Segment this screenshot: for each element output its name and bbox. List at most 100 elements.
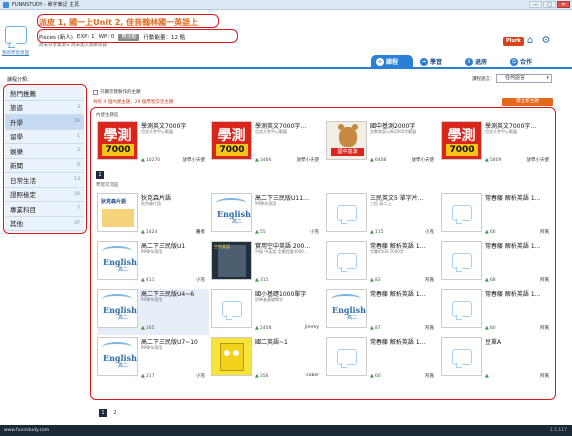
course-title[interactable]: 豆單A (485, 337, 553, 346)
course-subtitle: 包含大考中心範圍 (485, 129, 517, 134)
likes-icon: ▲ (141, 325, 145, 331)
course-title[interactable]: 常春藤 解析英語 1… (485, 241, 553, 250)
new-topic-button[interactable]: 建立新主題 (502, 98, 553, 106)
placeholder-thumbnail[interactable] (326, 193, 367, 232)
likes-icon: ▲ (370, 373, 374, 379)
course-author[interactable]: 阿嘉 (540, 325, 549, 331)
course-author[interactable]: 放學小天使 (412, 157, 435, 163)
site-url[interactable]: www.funnstudy.com (4, 428, 49, 433)
course-card[interactable]: English 高二 高二下三民版U1 99學年適用 ▲ 411 小克 (97, 241, 209, 287)
checkbox-box[interactable] (93, 89, 98, 95)
course-thumbnail[interactable]: 空中英語 (211, 241, 252, 280)
course-card[interactable]: English 高二 常春藤 解析英語 1… ▲ 87 阿嘉 (326, 289, 438, 335)
course-card[interactable]: 三民英文5 單字片… 三民 高二上 ▲ 115 小克 (326, 193, 438, 239)
course-author[interactable]: 放學小天使 (527, 157, 550, 163)
course-card[interactable]: 學測 7000 學測英文7000字… 包含大考中心範圍 ▲ 3466 放學小天使 (211, 121, 323, 167)
course-card[interactable]: 國中基測 國中基測2000字 含教育部公佈2000字範圍 ▲ 6408 放學小天使 (326, 121, 438, 167)
course-author[interactable]: 小克 (196, 373, 205, 379)
course-thumbnail[interactable]: English 高二 (211, 193, 252, 232)
likes-icon: ▲ (141, 373, 145, 379)
like-value: 3466 (259, 157, 272, 163)
tab-course[interactable]: ∞ 課程 (371, 55, 413, 68)
course-author[interactable]: 阿嘉 (540, 277, 549, 283)
tab-study[interactable]: → 學習 (415, 55, 447, 68)
language-select[interactable]: 任何語言 (496, 74, 552, 83)
course-card[interactable]: 國二英語~1 ▲ 356 cober (211, 337, 323, 383)
placeholder-thumbnail[interactable] (441, 193, 482, 232)
course-thumbnail[interactable]: English 高二 (97, 289, 138, 328)
course-card[interactable]: 狄克森片語 狄克森片語 狄克森片語 ▲ 1424 醫者 (97, 193, 209, 239)
builtin-page-1[interactable]: 1 (96, 171, 104, 179)
course-author[interactable]: 阿嘉 (425, 325, 434, 331)
course-thumbnail[interactable]: 國中基測 (326, 121, 367, 160)
swirl-icon (102, 342, 132, 352)
speech-bubble-icon (452, 253, 472, 272)
close-button[interactable]: ✕ (557, 1, 570, 8)
placeholder-thumbnail[interactable] (441, 289, 482, 328)
course-thumbnail[interactable]: 學測 7000 (97, 121, 138, 160)
maximize-button[interactable]: □ (543, 1, 556, 8)
course-card[interactable]: 常春藤 解析英語 1… ▲ 68 阿嘉 (441, 241, 553, 287)
placeholder-thumbnail[interactable] (441, 241, 482, 280)
swirl-icon (331, 294, 361, 304)
like-count: ▲ 55 (255, 229, 266, 235)
course-author[interactable]: 阿嘉 (540, 373, 549, 379)
course-subtitle: 99學年適用 (255, 201, 277, 206)
course-card[interactable]: 常春藤 解析英語 1… 字彙4500-7000字 ▲ 83 阿嘉 (326, 241, 438, 287)
course-card[interactable]: 國小基礎1000單字 初學者基礎單字 ▲ 2408 Jimmy (211, 289, 323, 335)
course-card[interactable]: 空中英語 實用空中英語 200… 中級 中英語 字彙程度4000… ▲ 315 (211, 241, 323, 287)
course-card[interactable]: 常春藤 解析英語 1… ▲ 60 阿嘉 (326, 337, 438, 383)
course-author[interactable]: 阿嘉 (540, 229, 549, 235)
course-thumbnail[interactable]: English 高二 (97, 241, 138, 280)
course-author[interactable]: 放學小天使 (297, 157, 320, 163)
course-card[interactable]: English 高二 高二下三民版U7~10 99學年適用 ▲ 217 小克 (97, 337, 209, 383)
gear-icon[interactable]: ⚙ (540, 34, 552, 46)
course-thumbnail[interactable]: English 高二 (97, 337, 138, 376)
course-author[interactable]: Jimmy (305, 325, 319, 330)
course-author[interactable]: cober (306, 373, 319, 378)
course-card[interactable]: 常春藤 解析英語 1… ▲ 66 阿嘉 (441, 193, 553, 239)
like-count: ▲ 60 (370, 373, 381, 379)
speech-bubble-icon (452, 349, 472, 368)
course-card[interactable]: 學測 7000 學測英文7000字 包含大考中心範圍 ▲ 10270 放學小天使 (97, 121, 209, 167)
likes-icon: ▲ (255, 277, 259, 283)
course-card[interactable]: 豆單A ▲ 阿嘉 (441, 337, 553, 383)
minimize-button[interactable]: — (529, 1, 542, 8)
course-author[interactable]: 小克 (310, 229, 319, 235)
speech-bubble-icon (222, 301, 242, 320)
course-title[interactable]: 常春藤 解析英語 1… (485, 289, 553, 298)
course-thumbnail[interactable] (211, 337, 252, 376)
home-icon[interactable]: ⌂ (524, 34, 536, 46)
course-author[interactable]: 醫者 (196, 229, 205, 235)
page-2-button[interactable]: 2 (111, 409, 119, 417)
plurk-button[interactable]: Plurk (503, 37, 524, 46)
course-card[interactable]: English 高二 高二下三民版U11… 99學年適用 ▲ 55 小克 (211, 193, 323, 239)
course-author[interactable]: 放學小天使 (183, 157, 206, 163)
course-card[interactable]: 學測 7000 學測英文7000字… 包含大考中心範圍 ▲ 5809 放學小天使 (441, 121, 553, 167)
placeholder-thumbnail[interactable] (441, 337, 482, 376)
course-author[interactable]: 阿嘉 (425, 373, 434, 379)
mine-only-checkbox[interactable]: 只顯示我製作的主題 (93, 89, 141, 95)
course-title[interactable]: 常春藤 解析英語 1… (370, 337, 438, 346)
tab-cooperate[interactable]: ☺ 合作 (505, 55, 537, 68)
course-author[interactable]: 小克 (196, 277, 205, 283)
page-1-button[interactable]: 1 (99, 409, 107, 417)
course-title[interactable]: 常春藤 解析英語 1… (370, 289, 438, 298)
placeholder-thumbnail[interactable] (326, 337, 367, 376)
course-thumbnail[interactable]: 學測 7000 (441, 121, 482, 160)
placeholder-thumbnail[interactable] (211, 289, 252, 328)
course-thumbnail[interactable]: English 高二 (326, 289, 367, 328)
logo-icon[interactable] (5, 26, 27, 44)
course-author[interactable]: 阿嘉 (425, 277, 434, 283)
course-card[interactable]: 常春藤 解析英語 1… ▲ 80 阿嘉 (441, 289, 553, 335)
course-author[interactable]: 小克 (425, 229, 434, 235)
course-title[interactable]: 常春藤 解析英語 1… (485, 193, 553, 202)
course-card[interactable]: English 高二 高二下三民版U4~6 99學年適用 ▲ 165 (97, 289, 209, 335)
course-title[interactable]: 國二英語~1 (255, 337, 323, 346)
like-count: ▲ 10270 (141, 157, 160, 163)
tab-checkout[interactable]: i 退房 (460, 55, 492, 68)
speech-bubble-icon (452, 301, 472, 320)
placeholder-thumbnail[interactable] (326, 241, 367, 280)
course-thumbnail[interactable]: 學測 7000 (211, 121, 252, 160)
course-thumbnail[interactable]: 狄克森片語 (97, 193, 138, 232)
